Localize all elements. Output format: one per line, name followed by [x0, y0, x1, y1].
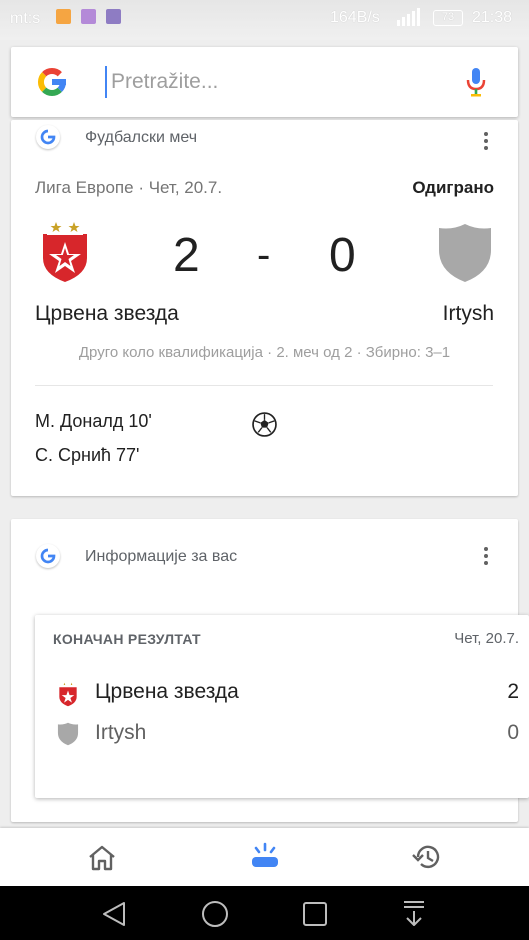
result-team-name: Irtysh: [95, 721, 147, 744]
crvena-zvezda-crest-icon: [59, 682, 77, 707]
google-g-icon: [36, 544, 60, 568]
battery-icon: 73: [433, 10, 463, 26]
home-icon[interactable]: [87, 844, 117, 872]
info-card[interactable]: Информације за вас КОНАЧАН РЕЗУЛТАТ Чет,…: [11, 519, 529, 822]
final-result-box[interactable]: КОНАЧАН РЕЗУЛТАТ Чет, 20.7. Црвена звезд…: [35, 615, 529, 798]
away-team-name[interactable]: Irtysh: [443, 302, 494, 326]
scorer-item: С. Срнић 77': [35, 445, 140, 465]
home-score: 2: [173, 229, 200, 282]
result-team-name: Црвена звезда: [95, 680, 239, 703]
home-team-name[interactable]: Црвена звезда: [35, 302, 179, 326]
bottom-nav: [0, 828, 529, 886]
search-input[interactable]: [105, 63, 451, 101]
final-result-date: Чет, 20.7.: [454, 630, 519, 647]
crvena-zvezda-crest-icon[interactable]: [40, 218, 90, 284]
microphone-icon[interactable]: [466, 67, 486, 97]
signal-icon: [397, 8, 420, 26]
match-status: Одиграно: [412, 178, 494, 197]
card-source-label: Фудбалски меч: [85, 129, 198, 146]
more-vert-icon[interactable]: [483, 132, 489, 152]
away-score: 0: [329, 229, 356, 282]
google-logo-icon: [38, 67, 67, 96]
league-date: Лига Европе · Чет, 20.7.: [35, 178, 223, 197]
soccer-ball-icon: [252, 412, 277, 437]
score-separator: -: [257, 233, 271, 277]
updates-icon[interactable]: [249, 840, 281, 872]
search-bar[interactable]: [11, 47, 518, 117]
more-vert-icon[interactable]: [483, 547, 489, 567]
notifications-pull-icon[interactable]: [401, 899, 427, 929]
network-speed: 164B/s: [330, 9, 380, 26]
round-info: Друго коло квалификација · 2. меч од 2 ·…: [78, 344, 451, 361]
back-icon[interactable]: [100, 900, 128, 928]
final-result-label: КОНАЧАН РЕЗУЛТАТ: [53, 631, 201, 647]
result-team-score: 0: [507, 721, 519, 744]
match-card[interactable]: Фудбалски меч Лига Европе · Чет, 20.7. О…: [11, 120, 518, 496]
irtysh-crest-icon[interactable]: [437, 222, 493, 284]
notification-app-icon: [81, 9, 96, 24]
history-icon[interactable]: [411, 842, 443, 872]
card-source-label: Информације за вас: [85, 548, 238, 565]
recents-icon[interactable]: [302, 901, 328, 927]
circle-home-icon[interactable]: [200, 899, 230, 929]
divider: [35, 385, 493, 386]
carrier-label: mt:s: [10, 10, 41, 27]
result-team-score: 2: [507, 680, 519, 703]
scorer-item: М. Доналд 10': [35, 411, 152, 431]
irtysh-crest-icon: [57, 722, 79, 746]
system-nav-bar: [0, 886, 529, 940]
notification-app-icon: [56, 9, 71, 24]
clock: 21:38: [472, 9, 513, 26]
google-g-icon: [36, 125, 60, 149]
notification-app-icon: [106, 9, 121, 24]
status-bar: mt:s 164B/s 73 21:38: [0, 0, 529, 40]
